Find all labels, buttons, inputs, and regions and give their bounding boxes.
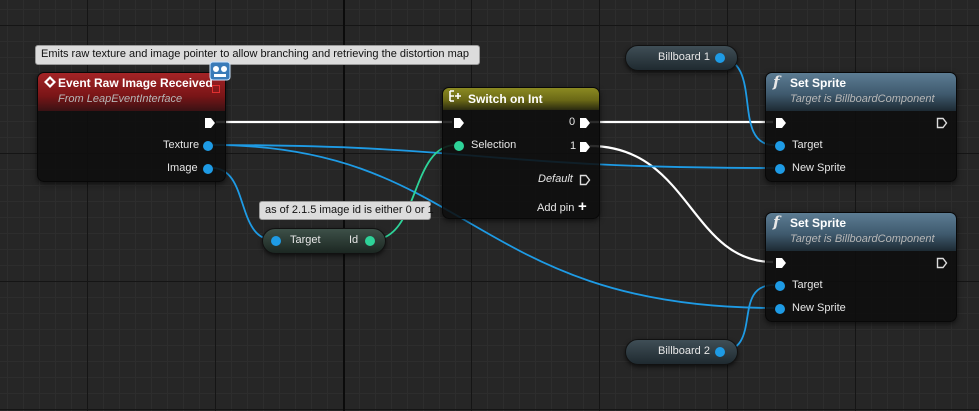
event-node-header[interactable]: Event Raw Image Received From LeapEventI…: [38, 73, 225, 111]
default-exec-pin[interactable]: [579, 174, 591, 186]
set-sprite-node-1[interactable]: f Set Sprite Target is BillboardComponen…: [765, 72, 957, 182]
target-in-pin[interactable]: [271, 236, 281, 246]
set-sprite-1-target-label: Target: [792, 139, 823, 151]
set-sprite-2-new-sprite-pin[interactable]: [775, 304, 785, 314]
billboard-1-label: Billboard 1: [658, 51, 710, 63]
billboard-2-label: Billboard 2: [658, 345, 710, 357]
exec-wire-switch1-setsprite2: [589, 144, 774, 264]
set-sprite-2-new-sprite-label: New Sprite: [792, 302, 846, 314]
set-sprite-1-exec-in[interactable]: [775, 117, 787, 129]
selection-in-pin[interactable]: [454, 141, 464, 151]
texture-pin-label: Texture: [163, 139, 200, 151]
selection-pin-label: Selection: [471, 139, 517, 151]
interface-badge-icon: [208, 60, 232, 82]
set-sprite-2-exec-in[interactable]: [775, 257, 787, 269]
out-0-label: 0: [569, 116, 576, 128]
id-out-pin[interactable]: [365, 236, 375, 246]
set-sprite-2-target-pin[interactable]: [775, 281, 785, 291]
id-pin-label: Id: [349, 234, 359, 246]
set-sprite-2-subtitle: Target is BillboardComponent: [790, 233, 935, 245]
billboard-2-out-pin[interactable]: [715, 347, 725, 357]
set-sprite-1-subtitle: Target is BillboardComponent: [790, 93, 935, 105]
set-sprite-node-2[interactable]: f Set Sprite Target is BillboardComponen…: [765, 212, 957, 322]
switch-icon: [449, 90, 463, 105]
set-sprite-1-exec-out[interactable]: [936, 117, 948, 129]
event-node-subtitle: From LeapEventInterface: [58, 93, 183, 105]
add-pin-label[interactable]: Add pin: [537, 202, 574, 214]
delegate-pin-icon[interactable]: [212, 85, 220, 93]
set-sprite-2-header[interactable]: f Set Sprite Target is BillboardComponen…: [766, 213, 956, 251]
default-label: Default: [538, 173, 573, 185]
set-sprite-1-header[interactable]: f Set Sprite Target is BillboardComponen…: [766, 73, 956, 111]
switch-node-header[interactable]: Switch on Int: [443, 88, 599, 110]
event-node-title: Event Raw Image Received: [58, 76, 213, 90]
set-sprite-2-exec-out[interactable]: [936, 257, 948, 269]
image-out-pin[interactable]: [203, 164, 213, 174]
set-sprite-1-target-pin[interactable]: [775, 141, 785, 151]
billboard-2-variable[interactable]: Billboard 2: [625, 339, 738, 365]
exec-out-1-pin[interactable]: [579, 141, 591, 153]
set-sprite-2-title: Set Sprite: [790, 216, 847, 230]
event-raw-image-received-node[interactable]: Event Raw Image Received From LeapEventI…: [37, 72, 226, 182]
plus-icon[interactable]: +: [578, 198, 587, 215]
event-comment-bubble: Emits raw texture and image pointer to a…: [35, 45, 480, 65]
switch-node-title: Switch on Int: [468, 92, 543, 106]
billboard-1-out-pin[interactable]: [715, 53, 725, 63]
exec-out-pin[interactable]: [204, 117, 216, 129]
billboard-1-variable[interactable]: Billboard 1: [625, 45, 738, 71]
exec-out-0-pin[interactable]: [579, 117, 591, 129]
texture-out-pin[interactable]: [203, 141, 213, 151]
get-image-id-node[interactable]: Target Id: [262, 228, 386, 254]
function-f-icon: f: [773, 73, 780, 91]
switch-on-int-node[interactable]: Switch on Int Selection 0 1 Default Add …: [442, 87, 600, 219]
set-sprite-1-new-sprite-pin[interactable]: [775, 164, 785, 174]
image-pin-label: Image: [167, 162, 198, 174]
exec-in-pin[interactable]: [453, 117, 465, 129]
function-f-icon: f: [773, 213, 780, 231]
set-sprite-1-new-sprite-label: New Sprite: [792, 162, 846, 174]
diamond-event-icon: [44, 76, 56, 91]
out-1-label: 1: [570, 140, 577, 152]
target-pin-label: Target: [290, 234, 321, 246]
set-sprite-1-title: Set Sprite: [790, 76, 847, 90]
image-id-comment-bubble: as of 2.1.5 image id is either 0 or 1: [259, 201, 434, 220]
set-sprite-2-target-label: Target: [792, 279, 823, 291]
